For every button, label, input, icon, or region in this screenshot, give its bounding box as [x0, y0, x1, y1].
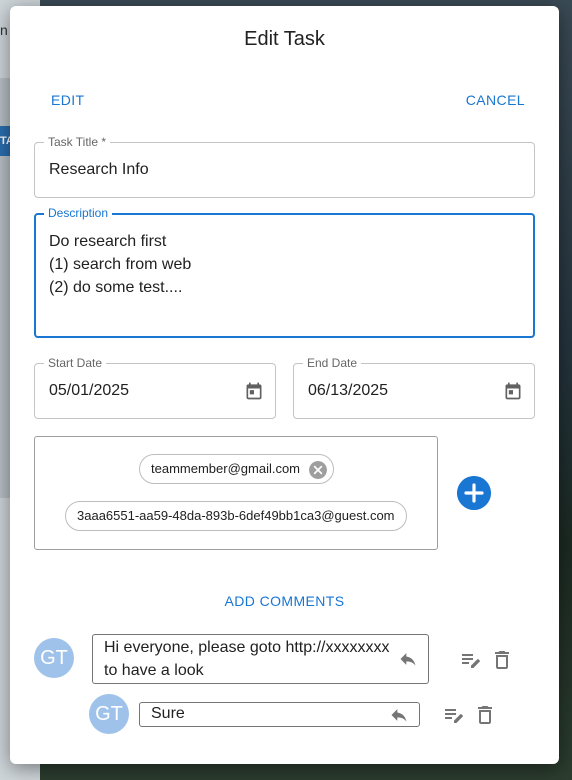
calendar-icon[interactable]	[244, 380, 264, 402]
add-member-button[interactable]	[457, 476, 491, 510]
comment-text-line: to have a look	[104, 662, 204, 679]
reply-icon[interactable]	[387, 705, 411, 725]
edit-task-dialog: Edit Task EDIT CANCEL Task Title * Resea…	[10, 6, 559, 764]
comment-text: Sure	[151, 705, 185, 722]
description-line: Do research first	[49, 233, 167, 250]
end-date-input[interactable]: 06/13/2025	[308, 382, 388, 400]
member-chip-label: 3aaa6551-aa59-48da-893b-6def49bb1ca3@gue…	[77, 508, 395, 523]
comment-box[interactable]: Hi everyone, please goto http://xxxxxxxx…	[92, 634, 429, 684]
description-textarea[interactable]: Do research first (1) search from web (2…	[49, 230, 191, 299]
background-text: n	[0, 22, 8, 38]
calendar-icon[interactable]	[503, 380, 523, 402]
close-circle-icon[interactable]	[309, 461, 327, 479]
edit-note-icon[interactable]	[442, 703, 466, 727]
description-line: (1) search from web	[49, 256, 192, 273]
description-field[interactable]: Description Do research first (1) search…	[34, 206, 535, 338]
edit-note-icon[interactable]	[459, 648, 483, 672]
end-date-label: End Date	[303, 356, 362, 370]
edit-button[interactable]: EDIT	[51, 92, 85, 108]
avatar: GT	[89, 694, 129, 734]
delete-icon[interactable]	[490, 648, 514, 672]
description-line: (2) do some test....	[49, 279, 183, 296]
description-label: Description	[44, 206, 113, 220]
end-date-field[interactable]: End Date 06/13/2025	[293, 356, 535, 419]
task-title-label: Task Title *	[44, 135, 111, 149]
comment-box[interactable]: Sure	[139, 702, 420, 727]
avatar: GT	[34, 638, 74, 678]
member-chip[interactable]: 3aaa6551-aa59-48da-893b-6def49bb1ca3@gue…	[65, 501, 407, 531]
members-box: teammember@gmail.com 3aaa6551-aa59-48da-…	[34, 436, 438, 550]
comment-text-line: Hi everyone, please goto http://xxxxxxxx	[104, 639, 390, 656]
start-date-label: Start Date	[44, 356, 107, 370]
cancel-button[interactable]: CANCEL	[466, 92, 525, 108]
reply-icon[interactable]	[396, 649, 420, 669]
start-date-field[interactable]: Start Date 05/01/2025	[34, 356, 276, 419]
member-chip[interactable]: teammember@gmail.com	[139, 454, 334, 484]
dialog-title: Edit Task	[244, 28, 325, 50]
task-title-input[interactable]: Research Info	[49, 161, 149, 179]
comment-text: Hi everyone, please goto http://xxxxxxxx…	[104, 636, 389, 682]
start-date-input[interactable]: 05/01/2025	[49, 382, 129, 400]
add-comments-button[interactable]: ADD COMMENTS	[10, 593, 559, 609]
task-title-field[interactable]: Task Title * Research Info	[34, 135, 535, 198]
member-chip-label: teammember@gmail.com	[151, 461, 301, 476]
delete-icon[interactable]	[473, 703, 497, 727]
